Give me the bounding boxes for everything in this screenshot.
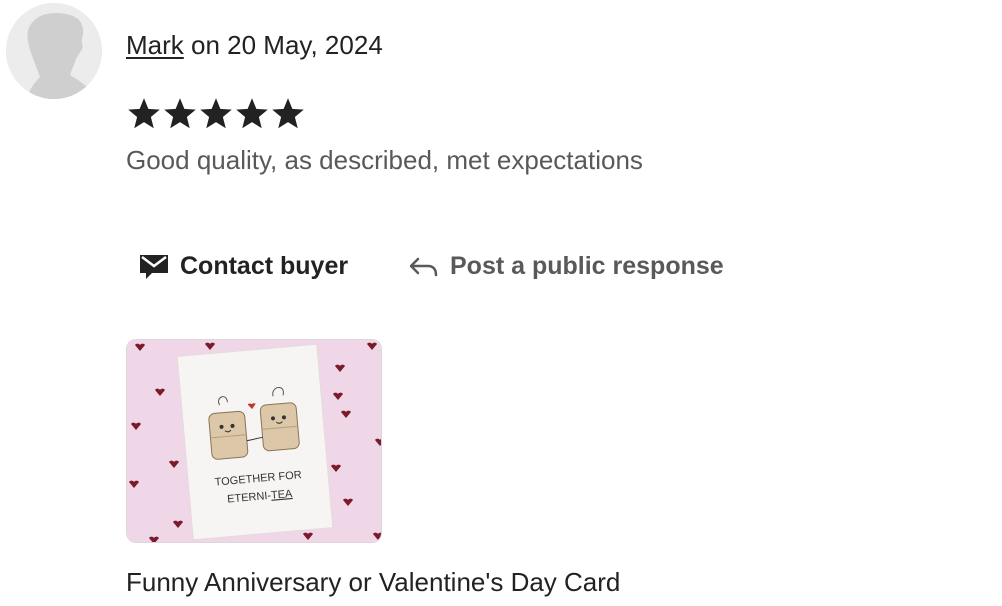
reviewer-avatar[interactable] (6, 3, 102, 99)
product-title[interactable]: Funny Anniversary or Valentine's Day Car… (126, 563, 620, 601)
star-icon (164, 98, 196, 129)
contact-buyer-button[interactable]: Contact buyer (138, 246, 348, 286)
star-icon (236, 98, 268, 129)
star-icon (200, 98, 232, 129)
star-rating (126, 96, 306, 134)
product-image: TOGETHER FOR ETERNI-TEA (127, 340, 381, 542)
product-thumbnail[interactable]: TOGETHER FOR ETERNI-TEA (126, 339, 382, 543)
reply-arrow-icon (408, 251, 440, 281)
review-date: 20 May, 2024 (227, 30, 383, 60)
default-user-silhouette-icon (6, 3, 102, 99)
review-header: Mark on 20 May, 2024 (126, 26, 383, 64)
contact-buyer-label: Contact buyer (180, 251, 349, 280)
post-public-response-button[interactable]: Post a public response (408, 246, 724, 286)
post-public-response-label: Post a public response (450, 251, 724, 280)
envelope-icon (138, 251, 170, 281)
card-text-line2-underlined: TEA (271, 488, 294, 502)
star-icon (128, 98, 160, 129)
review-date-prefix: on (183, 30, 228, 60)
reviewer-name-link[interactable]: Mark (126, 30, 184, 60)
star-icon (272, 98, 304, 129)
review-text: Good quality, as described, met expectat… (126, 145, 643, 175)
